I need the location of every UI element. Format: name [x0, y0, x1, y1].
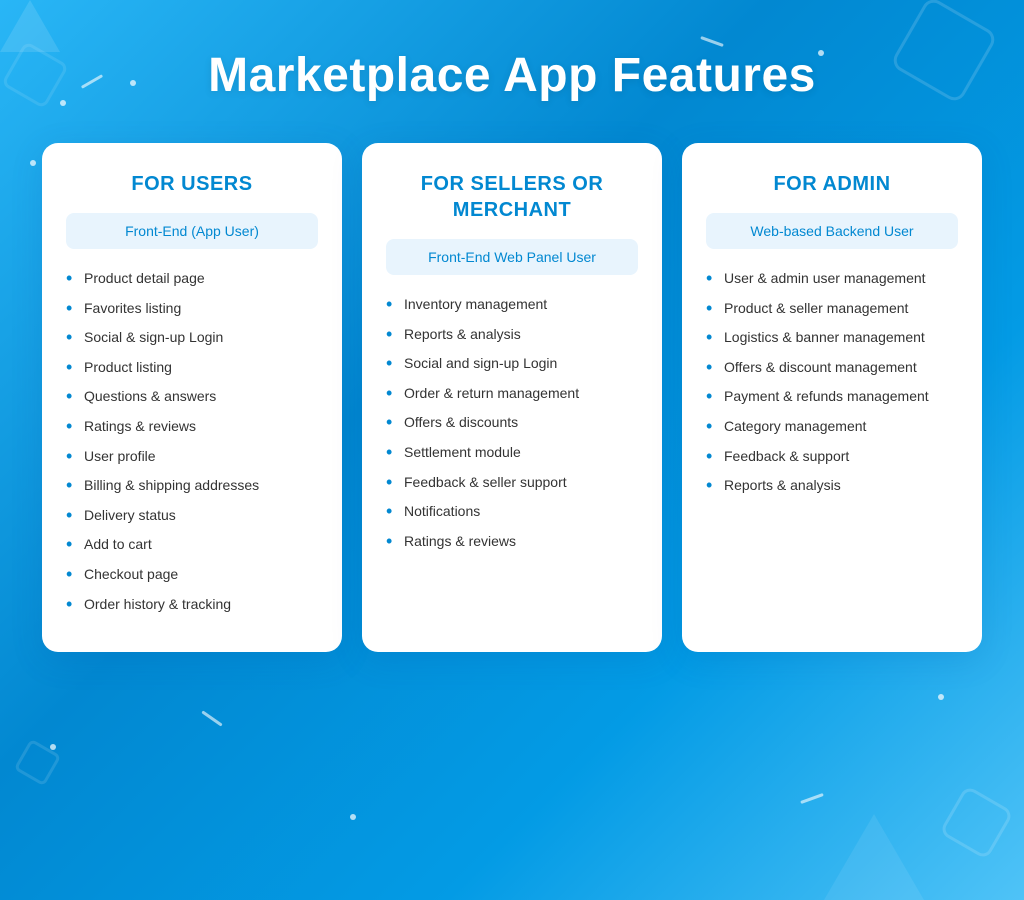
- list-item: Delivery status: [66, 506, 318, 526]
- deco-dot: [350, 814, 356, 820]
- card-header-admin: FOR ADMIN: [706, 171, 958, 197]
- list-item: Ratings & reviews: [66, 417, 318, 437]
- list-item: Payment & refunds management: [706, 387, 958, 407]
- feature-list-users: Product detail page Favorites listing Soci…: [66, 269, 318, 614]
- feature-list-admin: User & admin user management Product & se…: [706, 269, 958, 496]
- card-header-users: FOR USERS: [66, 171, 318, 197]
- card-subtitle-users: Front-End (App User): [66, 213, 318, 249]
- list-item: Reports & analysis: [706, 476, 958, 496]
- list-item: Feedback & seller support: [386, 473, 638, 493]
- list-item: Offers & discounts: [386, 413, 638, 433]
- list-item: Logistics & banner management: [706, 328, 958, 348]
- list-item: Questions & answers: [66, 387, 318, 407]
- deco-dot: [30, 160, 36, 166]
- cards-container: FOR USERS Front-End (App User) Product det…: [0, 143, 1024, 652]
- card-sellers: FOR SELLERS OR MERCHANT Front-End Web Pan…: [362, 143, 662, 652]
- list-item: Product listing: [66, 358, 318, 378]
- list-item: Category management: [706, 417, 958, 437]
- deco-dash: [800, 793, 824, 804]
- page-title: Marketplace App Features: [0, 48, 1024, 103]
- list-item: Settlement module: [386, 443, 638, 463]
- list-item: Product & seller management: [706, 299, 958, 319]
- deco-dot: [818, 50, 824, 56]
- deco-triangle: [824, 814, 924, 900]
- list-item: Notifications: [386, 502, 638, 522]
- deco-dot: [60, 100, 66, 106]
- list-item: Order history & tracking: [66, 595, 318, 615]
- list-item: Feedback & support: [706, 447, 958, 467]
- feature-list-sellers: Inventory management Reports & analysis So…: [386, 295, 638, 551]
- list-item: Order & return management: [386, 384, 638, 404]
- list-item: Product detail page: [66, 269, 318, 289]
- list-item: Checkout page: [66, 565, 318, 585]
- card-admin: FOR ADMIN Web-based Backend User User & ad…: [682, 143, 982, 652]
- list-item: Favorites listing: [66, 299, 318, 319]
- list-item: Social and sign-up Login: [386, 354, 638, 374]
- list-item: Social & sign-up Login: [66, 328, 318, 348]
- list-item: Billing & shipping addresses: [66, 476, 318, 496]
- card-subtitle-sellers: Front-End Web Panel User: [386, 239, 638, 275]
- card-subtitle-admin: Web-based Backend User: [706, 213, 958, 249]
- list-item: User & admin user management: [706, 269, 958, 289]
- list-item: Ratings & reviews: [386, 532, 638, 552]
- deco-dot: [130, 80, 136, 86]
- deco-triangle: [0, 0, 60, 52]
- page-title-section: Marketplace App Features: [0, 0, 1024, 143]
- deco-dash: [201, 710, 222, 726]
- list-item: Reports & analysis: [386, 325, 638, 345]
- deco-hex: [939, 785, 1014, 860]
- list-item: Add to cart: [66, 535, 318, 555]
- list-item: Inventory management: [386, 295, 638, 315]
- list-item: User profile: [66, 447, 318, 467]
- card-header-sellers: FOR SELLERS OR MERCHANT: [386, 171, 638, 223]
- deco-dot: [938, 694, 944, 700]
- card-users: FOR USERS Front-End (App User) Product det…: [42, 143, 342, 652]
- list-item: Offers & discount management: [706, 358, 958, 378]
